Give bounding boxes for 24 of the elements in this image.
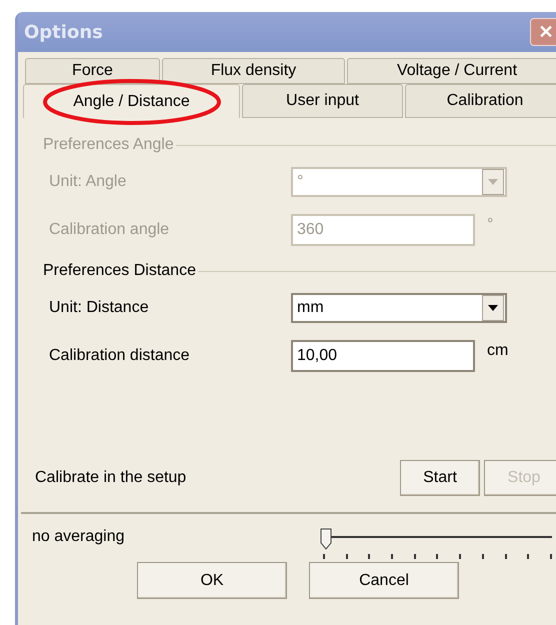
tab[interactable]: Flux density	[162, 58, 345, 84]
field-label: Unit: Distance	[49, 299, 150, 317]
section-title: Preferences Distance	[43, 262, 196, 280]
tab[interactable]: Force	[25, 58, 160, 84]
field-label: Calibration distance	[49, 347, 191, 365]
window-title: Options	[24, 22, 103, 42]
tab[interactable]: Angle / Distance	[23, 84, 240, 118]
dialog-button[interactable]: OK	[137, 562, 287, 599]
dialog-button[interactable]: Cancel	[309, 562, 459, 599]
tab[interactable]: Calibration	[405, 84, 556, 118]
slider-thumb[interactable]	[320, 528, 332, 550]
field-label: Calibration angle	[49, 221, 170, 239]
dropdown[interactable]: mm	[291, 293, 507, 323]
input-field[interactable]: 10,00	[291, 340, 475, 372]
field-label: Unit: Angle	[49, 173, 128, 191]
unit-label: cm	[487, 342, 508, 360]
calibration-button[interactable]: Start	[400, 460, 480, 496]
section-title: Preferences Angle	[43, 136, 174, 154]
averaging-label: no averaging	[32, 528, 125, 546]
tab[interactable]: User input	[242, 84, 403, 118]
calibrate-label: Calibrate in the setup	[35, 469, 186, 487]
unit-label: °	[487, 216, 494, 234]
tab[interactable]: Voltage / Current	[347, 58, 556, 84]
averaging-slider[interactable]	[320, 528, 552, 560]
